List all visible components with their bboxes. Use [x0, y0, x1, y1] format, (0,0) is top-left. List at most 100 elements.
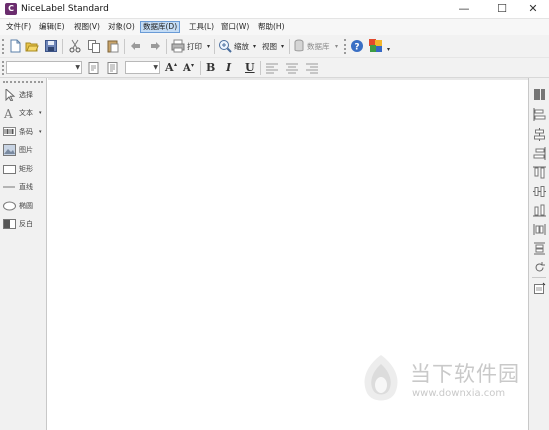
align-right-icon[interactable] [305, 61, 319, 75]
cut-icon[interactable] [68, 39, 82, 53]
align-left-icon[interactable] [265, 61, 279, 75]
bold-button[interactable]: B [206, 62, 215, 74]
database-label[interactable]: 数据库 [307, 42, 330, 52]
wizard-icon[interactable] [368, 38, 383, 53]
toolbar-separator [289, 39, 290, 54]
tool-inverse[interactable]: 反白 [3, 217, 47, 231]
tool-inverse-label: 反白 [19, 220, 33, 228]
redo-icon[interactable] [148, 39, 162, 53]
toolbox-grip[interactable] [3, 81, 43, 83]
tool-ellipse[interactable]: 椭圆 [3, 199, 47, 213]
tool-barcode[interactable]: 条码 ▾ [3, 125, 47, 139]
rectangle-icon [3, 165, 16, 174]
menu-window[interactable]: 窗口(W) [219, 21, 251, 33]
inverse-icon [3, 219, 16, 229]
align-center-icon[interactable] [285, 61, 299, 75]
toolbar-separator [124, 39, 125, 54]
tool-select[interactable]: 选择 [3, 88, 47, 102]
shrink-font-arrow-icon: ▾ [191, 62, 195, 69]
tool-line-label: 直线 [19, 183, 33, 191]
canvas-top-edge [48, 78, 528, 80]
toolbox-panel: 选择 A 文本 ▾ 条码 ▾ 图片 矩形 直线 椭圆 反白 [0, 78, 47, 430]
zoom-dropdown-arrow-icon[interactable]: ▾ [253, 42, 256, 52]
grow-font-arrow-icon: ▴ [174, 61, 178, 68]
toolbar-separator [260, 61, 261, 75]
tool-line[interactable]: 直线 [3, 180, 47, 194]
tool-picture-label: 图片 [19, 146, 33, 154]
tool-select-label: 选择 [19, 91, 33, 99]
properties-icon[interactable] [533, 282, 546, 295]
watermark: 当下软件园 www.downxia.com [356, 352, 536, 412]
tool-picture[interactable]: 图片 [3, 143, 47, 157]
help-icon[interactable]: ? [350, 39, 364, 53]
watermark-url: www.downxia.com [412, 388, 506, 399]
minimize-button[interactable]: — [447, 0, 481, 19]
distribute-horizontal-icon[interactable] [533, 223, 546, 236]
align-center-icon[interactable] [533, 128, 546, 141]
standard-toolbar: 打印 ▾ 缩放 ▾ 视图 ▾ 数据库 ▾ ? ▾ [0, 35, 549, 58]
undo-icon[interactable] [129, 39, 143, 53]
database-icon[interactable] [292, 39, 306, 53]
menu-edit[interactable]: 编辑(E) [37, 21, 67, 33]
barcode-bars-icon[interactable] [533, 88, 546, 101]
pointer-icon [5, 89, 16, 101]
text-icon: A [3, 107, 13, 119]
watermark-logo-icon [364, 355, 398, 401]
save-icon[interactable] [44, 39, 58, 53]
tool-rectangle[interactable]: 矩形 [3, 162, 47, 176]
toolbar-grip[interactable] [2, 39, 5, 54]
database-dropdown-arrow-icon[interactable]: ▾ [335, 42, 338, 52]
tool-text-dropdown-icon[interactable]: ▾ [39, 107, 42, 119]
maximize-button[interactable]: ☐ [485, 0, 519, 19]
svg-text:A: A [3, 107, 13, 119]
menu-view[interactable]: 视图(V) [72, 21, 102, 33]
font-format-icon[interactable] [87, 61, 101, 75]
close-button[interactable]: ✕ [516, 0, 549, 19]
toolbar-separator [166, 39, 167, 54]
menu-tools[interactable]: 工具(L) [187, 21, 216, 33]
toolbar-separator [62, 39, 63, 54]
menu-object[interactable]: 对象(O) [106, 21, 137, 33]
printer-icon[interactable] [171, 39, 185, 53]
print-dropdown-arrow-icon[interactable]: ▾ [207, 42, 210, 52]
align-top-icon[interactable] [533, 166, 546, 179]
tool-rectangle-label: 矩形 [19, 165, 33, 173]
picture-icon [3, 144, 16, 156]
chevron-down-icon[interactable]: ▼ [75, 62, 80, 73]
align-right-icon[interactable] [533, 147, 546, 160]
font-size-combo[interactable]: ▼ [125, 61, 160, 74]
distribute-vertical-icon[interactable] [533, 242, 546, 255]
menu-bar: 文件(F) 编辑(E) 视图(V) 对象(O) 数据库(D) 工具(L) 窗口(… [0, 19, 549, 35]
view-dropdown-arrow-icon[interactable]: ▾ [281, 42, 284, 52]
font-name-combo[interactable]: ▼ [6, 61, 82, 74]
format-toolbar: ▼ ▼ A ▴ A ▾ B I U [0, 58, 549, 78]
align-middle-icon[interactable] [533, 185, 546, 198]
tool-barcode-dropdown-icon[interactable]: ▾ [39, 126, 42, 138]
shrink-font-button[interactable]: A [183, 63, 191, 75]
rotate-icon[interactable] [533, 261, 546, 274]
toolbar-separator [200, 61, 201, 75]
menu-help[interactable]: 帮助(H) [256, 21, 287, 33]
copy-icon[interactable] [87, 39, 101, 53]
tool-text[interactable]: A 文本 ▾ [3, 106, 47, 120]
grow-font-button[interactable]: A [165, 62, 174, 74]
chevron-down-icon[interactable]: ▼ [153, 62, 158, 73]
toolbar-overflow-icon[interactable]: ▾ [387, 45, 390, 55]
toolbar-grip[interactable] [2, 61, 5, 75]
underline-button[interactable]: U [245, 62, 255, 74]
open-folder-icon[interactable] [25, 39, 39, 53]
align-bottom-icon[interactable] [533, 204, 546, 217]
menu-file[interactable]: 文件(F) [4, 21, 33, 33]
view-label[interactable]: 视图 [262, 42, 277, 52]
zoom-icon[interactable] [218, 39, 232, 53]
new-document-icon[interactable] [8, 39, 22, 53]
paste-icon[interactable] [106, 39, 120, 53]
menu-database[interactable]: 数据库(D) [140, 21, 181, 33]
zoom-label[interactable]: 缩放 [234, 42, 249, 52]
italic-button[interactable]: I [226, 62, 231, 74]
print-label[interactable]: 打印 [187, 42, 202, 52]
toolbar-grip[interactable] [344, 39, 347, 54]
align-left-icon[interactable] [533, 108, 546, 121]
paragraph-format-icon[interactable] [106, 61, 120, 75]
alignment-separator [532, 277, 546, 279]
